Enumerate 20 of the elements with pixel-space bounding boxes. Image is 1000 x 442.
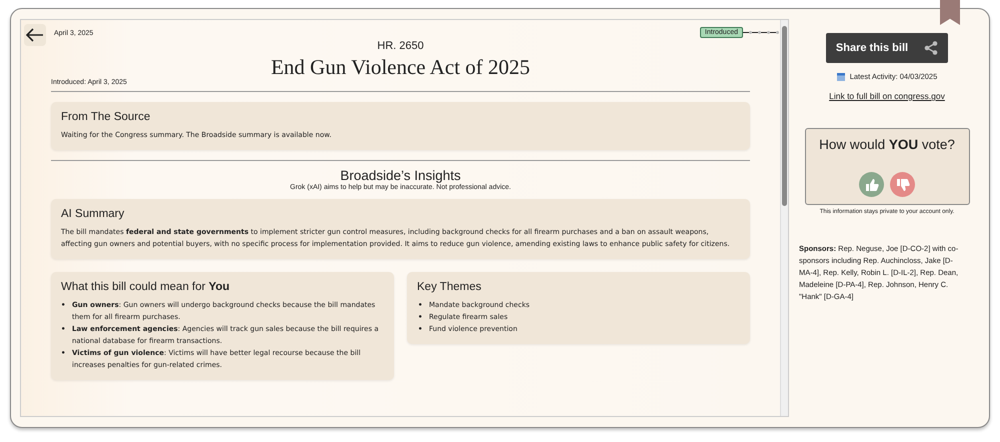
thumbs-down-icon: [896, 178, 910, 192]
section-title: Broadside’s Insights: [339, 168, 462, 183]
thumbs-up-button[interactable]: [859, 172, 884, 197]
bill-title: End Gun Violence Act of 2025: [270, 55, 532, 79]
bill-number: HR. 2650: [376, 40, 425, 52]
vote-question: How would YOU vote?: [819, 137, 955, 152]
card-title: From The Source: [61, 111, 152, 123]
thumbs-down-button[interactable]: [890, 172, 915, 197]
share-button[interactable]: Share this bill: [826, 33, 948, 63]
back-arrow-icon: [26, 28, 44, 42]
card-title: What this bill could mean for You: [61, 281, 231, 293]
thumbs-up-icon: [864, 178, 878, 192]
calendar-icon: [836, 72, 845, 80]
back-button[interactable]: [24, 24, 46, 46]
card-title: AI Summary: [61, 208, 126, 220]
bookmark-ribbon: [940, 0, 960, 25]
share-icon: [924, 41, 938, 55]
congress-link[interactable]: Link to full bill on congress.gov: [829, 91, 945, 101]
scrollbar[interactable]: [780, 20, 788, 416]
card-title: Key Themes: [417, 281, 482, 293]
